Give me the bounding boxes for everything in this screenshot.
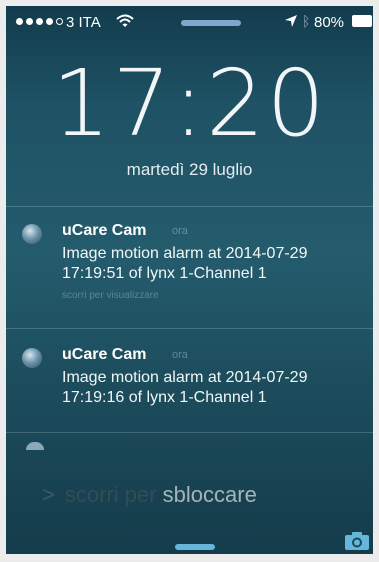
- divider: [6, 432, 373, 433]
- notification-body-line: 17:19:16 of lynx 1-Channel 1: [62, 389, 267, 406]
- ucare-cam-app-icon: [22, 224, 42, 244]
- wifi-icon: [116, 14, 134, 27]
- battery-icon: [352, 15, 372, 27]
- divider: [6, 206, 373, 207]
- signal-dots-icon: [16, 18, 63, 25]
- slide-label-prefix: scorri per: [64, 482, 157, 507]
- notification-time: ora: [172, 349, 188, 361]
- ucare-cam-app-icon: [22, 348, 42, 368]
- ucare-cam-app-icon: [26, 442, 44, 450]
- notification-body-line: Image motion alarm at 2014-07-29: [62, 245, 308, 262]
- divider: [6, 328, 373, 329]
- pull-down-grabber[interactable]: [181, 20, 241, 26]
- camera-icon[interactable]: [344, 531, 370, 551]
- carrier-label: 3 ITA: [66, 14, 101, 31]
- notification-body-line: Image motion alarm at 2014-07-29: [62, 369, 308, 386]
- notification-body-line: 17:19:51 of lynx 1-Channel 1: [62, 265, 267, 282]
- clock-time: 17:20: [51, 50, 328, 157]
- location-arrow-icon: [285, 15, 297, 27]
- clock-date: martedì 29 luglio: [126, 160, 253, 179]
- notification-body: Image motion alarm at 2014-07-29 17:19:5…: [62, 244, 372, 284]
- slide-label-highlight: sbloccare: [162, 482, 257, 507]
- notification-body: Image motion alarm at 2014-07-29 17:19:1…: [62, 368, 372, 408]
- notification-time: ora: [172, 225, 188, 237]
- battery-percentage: 80%: [314, 14, 345, 31]
- control-center-grabber[interactable]: [175, 544, 215, 550]
- notification-hint: scorri per visualizzare: [62, 290, 159, 301]
- status-bar: 3 ITA ᛒ 80%: [6, 6, 373, 40]
- chevron-right-icon: >: [42, 482, 55, 507]
- slide-to-unlock[interactable]: > scorri per sbloccare: [42, 482, 257, 508]
- bluetooth-icon: ᛒ: [302, 13, 311, 29]
- notification-app-name: uCare Cam: [62, 222, 147, 239]
- notification-app-name: uCare Cam: [62, 346, 147, 363]
